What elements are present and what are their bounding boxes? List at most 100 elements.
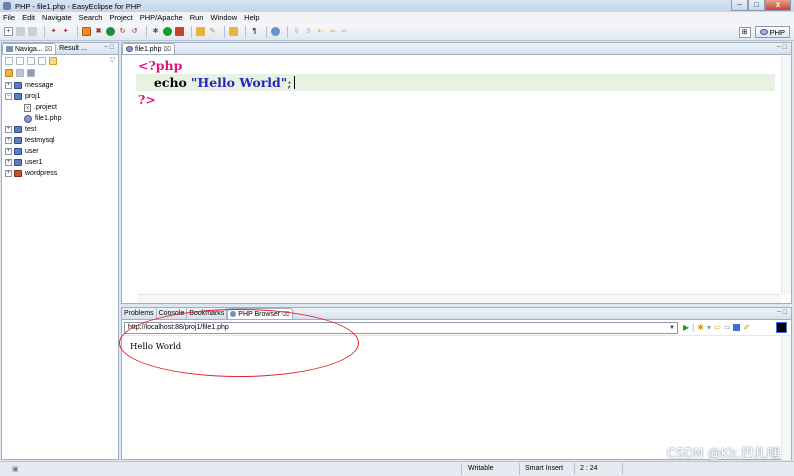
menu-search[interactable]: Search <box>79 13 103 22</box>
tab-php-browser-label: PHP Browser <box>238 310 281 318</box>
menu-project[interactable]: Project <box>109 13 132 22</box>
close-button[interactable]: x <box>765 0 791 11</box>
view-minimize-maximize[interactable]: −□ <box>777 309 789 316</box>
close-tab-icon[interactable]: ⌧ <box>45 45 53 53</box>
tab-problems[interactable]: Problems <box>122 308 157 319</box>
minimize-button[interactable]: – <box>731 0 748 11</box>
tree-item-wordpress[interactable]: + wordpress <box>2 168 118 179</box>
up-icon[interactable] <box>27 57 35 65</box>
project-folder-icon <box>14 148 22 155</box>
menu-window[interactable]: Window <box>210 13 237 22</box>
expand-icon[interactable]: + <box>5 82 12 89</box>
tab-console[interactable]: Console <box>157 308 188 319</box>
build-icon[interactable]: ✦ <box>49 27 58 36</box>
back-icon[interactable] <box>5 57 13 65</box>
restart-icon[interactable]: ↻ <box>118 27 127 36</box>
search-icon[interactable]: ✎ <box>208 27 217 36</box>
tree-item-testmysql[interactable]: + testmysql <box>2 135 118 146</box>
open-perspective-icon[interactable]: ⊞ <box>738 26 751 38</box>
menu-file[interactable]: File <box>3 13 15 22</box>
run-icon[interactable] <box>163 27 172 36</box>
tab-bookmarks[interactable]: Bookmarks <box>187 308 228 319</box>
previous-annotation-icon[interactable]: ⇧ <box>304 27 313 36</box>
tree-item-proj1[interactable]: − proj1 <box>2 91 118 102</box>
print-icon[interactable] <box>28 27 37 36</box>
tree-item-project-file[interactable]: x .project <box>2 102 118 113</box>
menu-edit[interactable]: Edit <box>22 13 35 22</box>
refresh-icon[interactable] <box>16 69 24 77</box>
open-type-icon[interactable] <box>229 27 238 36</box>
url-text: http://localhost:88/proj1/file1.php <box>128 323 229 331</box>
php-perspective-button[interactable]: PHP <box>754 26 790 38</box>
editor-vertical-scrollbar[interactable] <box>781 56 791 294</box>
editor-horizontal-scrollbar[interactable] <box>138 294 781 303</box>
view-menu-icon[interactable]: ▽ <box>110 56 115 64</box>
dropdown-icon[interactable]: ▾ <box>707 323 711 332</box>
stop-icon[interactable] <box>733 324 741 331</box>
project-folder-icon <box>14 126 22 133</box>
back-icon[interactable]: ⇦ <box>328 27 337 36</box>
expand-icon[interactable]: + <box>5 170 12 177</box>
expand-icon[interactable]: + <box>5 126 12 133</box>
debug-icon[interactable]: ✱ <box>151 27 160 36</box>
close-tab-icon[interactable]: ⌧ <box>282 310 290 318</box>
menu-run[interactable]: Run <box>190 13 204 22</box>
start-mysql-icon[interactable] <box>106 27 115 36</box>
go-icon[interactable]: ▶ <box>683 323 689 332</box>
expand-icon[interactable]: + <box>5 159 12 166</box>
tab-php-browser[interactable]: PHP Browser ⌧ <box>227 308 293 319</box>
tree-item-test[interactable]: + test <box>2 124 118 135</box>
fast-view-icon[interactable]: ▣ <box>12 465 19 473</box>
collapse-icon[interactable]: − <box>5 93 12 100</box>
build-all-icon[interactable]: ✦ <box>61 27 70 36</box>
tab-file1-php[interactable]: file1.php ⌧ <box>122 43 175 54</box>
external-tools-icon[interactable] <box>175 27 184 36</box>
show-whitespace-icon[interactable]: ¶ <box>250 27 259 36</box>
expand-icon[interactable]: + <box>5 137 12 144</box>
next-annotation-icon[interactable]: ⇩ <box>292 27 301 36</box>
last-edit-icon[interactable]: ⇠ <box>316 27 325 36</box>
string-literal: "Hello World" <box>190 75 288 90</box>
tab-result[interactable]: Result ... <box>56 43 90 54</box>
menu-navigate[interactable]: Navigate <box>42 13 72 22</box>
tree-item-label: wordpress <box>25 170 58 177</box>
forward-icon[interactable] <box>16 57 24 65</box>
stop-apache-icon[interactable]: ✖ <box>94 27 103 36</box>
expand-icon[interactable]: + <box>5 148 12 155</box>
browser-vertical-scrollbar[interactable] <box>781 336 791 460</box>
refresh-icon[interactable]: ✐ <box>743 323 750 332</box>
start-apache-icon[interactable] <box>82 27 91 36</box>
tree-item-user1[interactable]: + user1 <box>2 157 118 168</box>
forward-icon[interactable]: ⇨ <box>724 323 731 332</box>
url-input[interactable]: http://localhost:88/proj1/file1.php ▼ <box>124 321 678 334</box>
save-icon[interactable] <box>16 27 25 36</box>
open-folder-icon[interactable] <box>196 27 205 36</box>
filter-icon[interactable] <box>27 69 35 77</box>
back-icon[interactable]: ⇦ <box>714 323 721 332</box>
tree-item-file1-php[interactable]: file1.php <box>2 113 118 124</box>
new-project-icon[interactable] <box>5 69 13 77</box>
code-area[interactable]: <?php echo "Hello World"; ?> <box>136 57 775 108</box>
collapse-all-icon[interactable] <box>38 57 46 65</box>
menu-php-apache[interactable]: PHP/Apache <box>140 13 183 22</box>
forward-icon[interactable]: ⇨ <box>340 27 349 36</box>
new-icon[interactable]: + <box>4 27 13 36</box>
view-minimize-maximize[interactable]: −□ <box>104 44 116 51</box>
favorites-icon[interactable]: ✱ <box>697 323 704 332</box>
separator-icon: | <box>692 323 695 332</box>
php-file-icon <box>126 46 133 52</box>
code-line-1: <?php <box>138 57 775 74</box>
globe-icon[interactable] <box>271 27 280 36</box>
external-browser-icon[interactable] <box>776 322 787 333</box>
tab-navigator[interactable]: Naviga... ⌧ <box>2 43 57 54</box>
menu-help[interactable]: Help <box>244 13 259 22</box>
close-tab-icon[interactable]: ⌧ <box>163 45 171 53</box>
stop-mysql-icon[interactable]: ↺ <box>130 27 139 36</box>
url-dropdown-icon[interactable]: ▼ <box>669 323 675 333</box>
tab-navigator-label: Naviga... <box>15 45 43 53</box>
maximize-button[interactable]: □ <box>748 0 765 11</box>
view-minimize-maximize[interactable]: −□ <box>777 44 789 51</box>
link-editor-icon[interactable] <box>49 57 57 65</box>
tree-item-user[interactable]: + user <box>2 146 118 157</box>
tree-item-message[interactable]: + message <box>2 80 118 91</box>
